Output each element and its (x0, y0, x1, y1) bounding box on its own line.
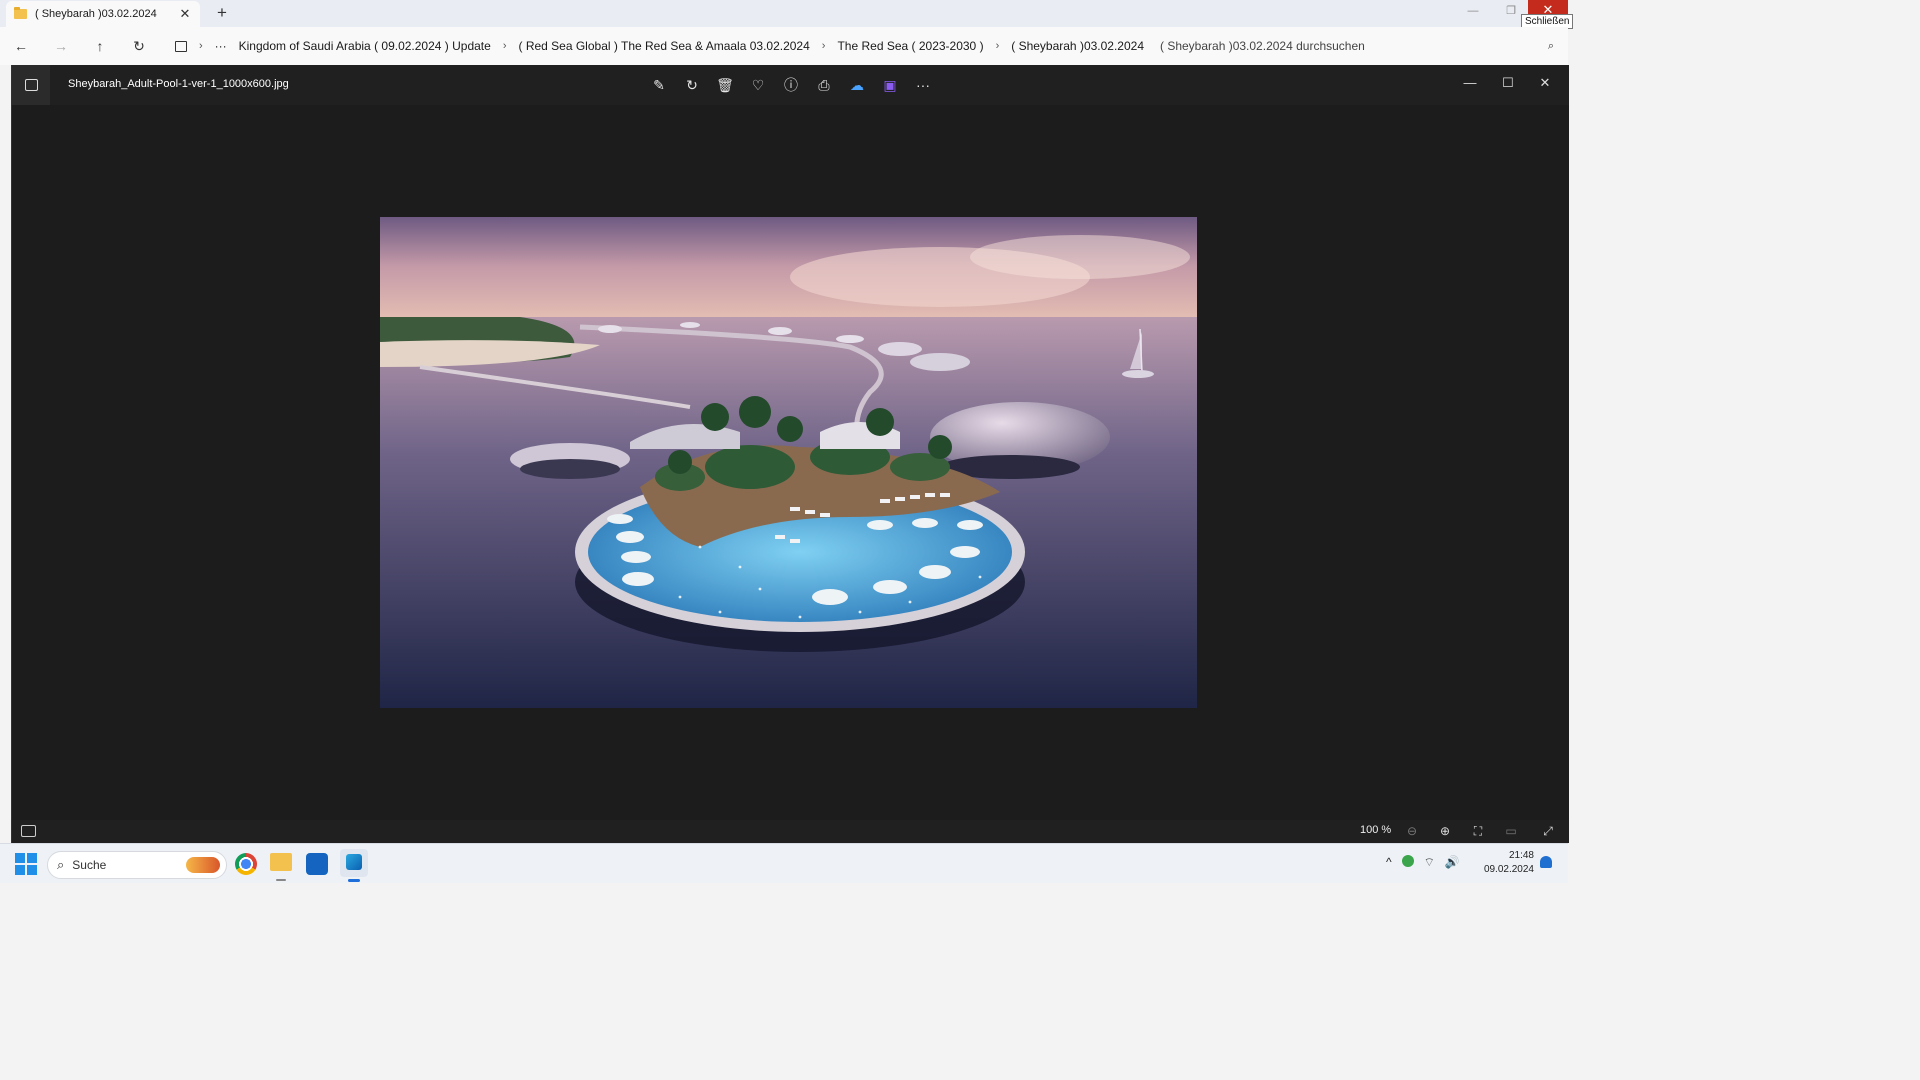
wifi-icon[interactable]: ⌔ (1424, 855, 1435, 870)
chrome-icon[interactable] (235, 853, 257, 875)
zoom-level[interactable]: 100 % (1360, 824, 1391, 836)
delete-icon[interactable]: 🗑 (714, 74, 736, 96)
back-button[interactable]: ← (10, 35, 32, 57)
volume-icon[interactable]: 🔊 (1445, 855, 1460, 870)
notification-bell-icon[interactable] (1540, 856, 1552, 868)
minimize-button[interactable]: — (1454, 0, 1492, 24)
tab-title: ( Sheybarah )03.02.2024 (35, 8, 157, 20)
microsoft-store-icon[interactable] (306, 853, 328, 875)
viewer-bottom-bar: 100 % ⊖ ⊕ ⛶ ▭ ⤢ (12, 820, 1569, 843)
taskbar-search-label: Suche (72, 858, 107, 872)
clipchamp-icon[interactable]: ▣ (879, 74, 901, 96)
explorer-search-input[interactable]: ( Sheybarah )03.02.2024 durchsuchen ⌕ (1152, 33, 1562, 59)
chevron-right-icon[interactable]: › (822, 40, 826, 52)
favorite-icon[interactable]: ♡ (747, 74, 769, 96)
onedrive-icon[interactable]: ☁ (846, 74, 868, 96)
actual-size-icon[interactable]: ▭ (1501, 822, 1521, 840)
explorer-tab-bar: ( Sheybarah )03.02.2024 ✕ + — ❐ ✕ Schlie… (0, 0, 1574, 29)
refresh-button[interactable]: ↻ (128, 35, 150, 57)
taskbar: ⌕ Suche ^ ⌔ 🔊 21:48 09.02.2024 (0, 843, 1568, 883)
zoom-in-icon[interactable]: ⊕ (1435, 822, 1455, 840)
search-highlight-icon (186, 857, 220, 873)
clock-date: 09.02.2024 (1483, 864, 1534, 875)
taskbar-search-input[interactable]: ⌕ Suche (47, 851, 227, 879)
search-icon: ⌕ (57, 857, 65, 872)
viewer-maximize-button[interactable]: ☐ (1493, 71, 1523, 95)
filmstrip-toggle-icon[interactable] (21, 825, 36, 837)
search-placeholder: ( Sheybarah )03.02.2024 durchsuchen (1160, 39, 1365, 53)
chevron-right-icon[interactable]: › (199, 40, 203, 52)
breadcrumb-item-sheybarah[interactable]: ( Sheybarah )03.02.2024 (1011, 39, 1144, 53)
forward-button[interactable]: → (50, 35, 72, 57)
explorer-address-row: ← → ↑ ↻ › ··· Kingdom of Saudi Arabia ( … (0, 27, 1568, 65)
breadcrumb-more-button[interactable]: ··· (215, 39, 227, 53)
chevron-up-icon[interactable]: ^ (1386, 855, 1392, 870)
zoom-out-icon[interactable]: ⊖ (1402, 822, 1422, 840)
edit-icon[interactable]: ✎ (648, 74, 670, 96)
windows-start-icon[interactable] (15, 853, 37, 875)
photo-viewer-window: Sheybarah_Adult-Pool-1-ver-1_1000x600.jp… (11, 65, 1569, 843)
displayed-photo[interactable] (380, 217, 1197, 708)
this-pc-icon[interactable] (175, 40, 187, 52)
breadcrumb-item-saudi-arabia[interactable]: Kingdom of Saudi Arabia ( 09.02.2024 ) U… (239, 39, 491, 53)
viewer-close-button[interactable]: ✕ (1530, 71, 1560, 95)
viewer-toolbar: ✎ ↻ 🗑 ♡ ⓘ ⎙ ☁ ▣ ··· (648, 74, 934, 96)
resort-pool-render (380, 217, 1197, 708)
viewer-filename: Sheybarah_Adult-Pool-1-ver-1_1000x600.jp… (68, 78, 289, 90)
file-explorer-icon[interactable] (270, 853, 292, 871)
explorer-tab[interactable]: ( Sheybarah )03.02.2024 ✕ (6, 1, 200, 27)
print-icon[interactable]: ⎙ (813, 74, 835, 96)
up-button[interactable]: ↑ (89, 35, 111, 57)
running-indicator (276, 879, 286, 881)
breadcrumb-item-red-sea-global[interactable]: ( Red Sea Global ) The Red Sea & Amaala … (518, 39, 809, 53)
system-tray: ^ ⌔ 🔊 (1386, 855, 1460, 870)
viewer-minimize-button[interactable]: — (1455, 71, 1485, 95)
fit-to-window-icon[interactable]: ⛶ (1468, 822, 1488, 840)
breadcrumb-item-the-red-sea[interactable]: The Red Sea ( 2023-2030 ) (837, 39, 983, 53)
breadcrumb: › ··· Kingdom of Saudi Arabia ( 09.02.20… (166, 33, 1144, 59)
rotate-icon[interactable]: ↻ (681, 74, 703, 96)
chevron-right-icon[interactable]: › (503, 40, 507, 52)
clock[interactable]: 21:48 09.02.2024 (1480, 849, 1534, 877)
info-icon[interactable]: ⓘ (780, 74, 802, 96)
search-icon: ⌕ (1547, 39, 1555, 52)
photos-app-icon[interactable] (340, 849, 368, 882)
clock-time: 21:48 (1508, 850, 1534, 861)
security-icon[interactable] (1401, 855, 1414, 867)
fullscreen-icon[interactable]: ⤢ (1538, 822, 1558, 840)
folder-icon (14, 7, 27, 19)
photos-app-icon[interactable] (12, 65, 50, 105)
new-tab-button[interactable]: + (212, 4, 232, 24)
viewer-title-bar: Sheybarah_Adult-Pool-1-ver-1_1000x600.jp… (12, 65, 1569, 105)
more-icon[interactable]: ··· (912, 74, 934, 96)
chevron-right-icon[interactable]: › (996, 40, 1000, 52)
tab-close-button[interactable]: ✕ (176, 6, 194, 22)
